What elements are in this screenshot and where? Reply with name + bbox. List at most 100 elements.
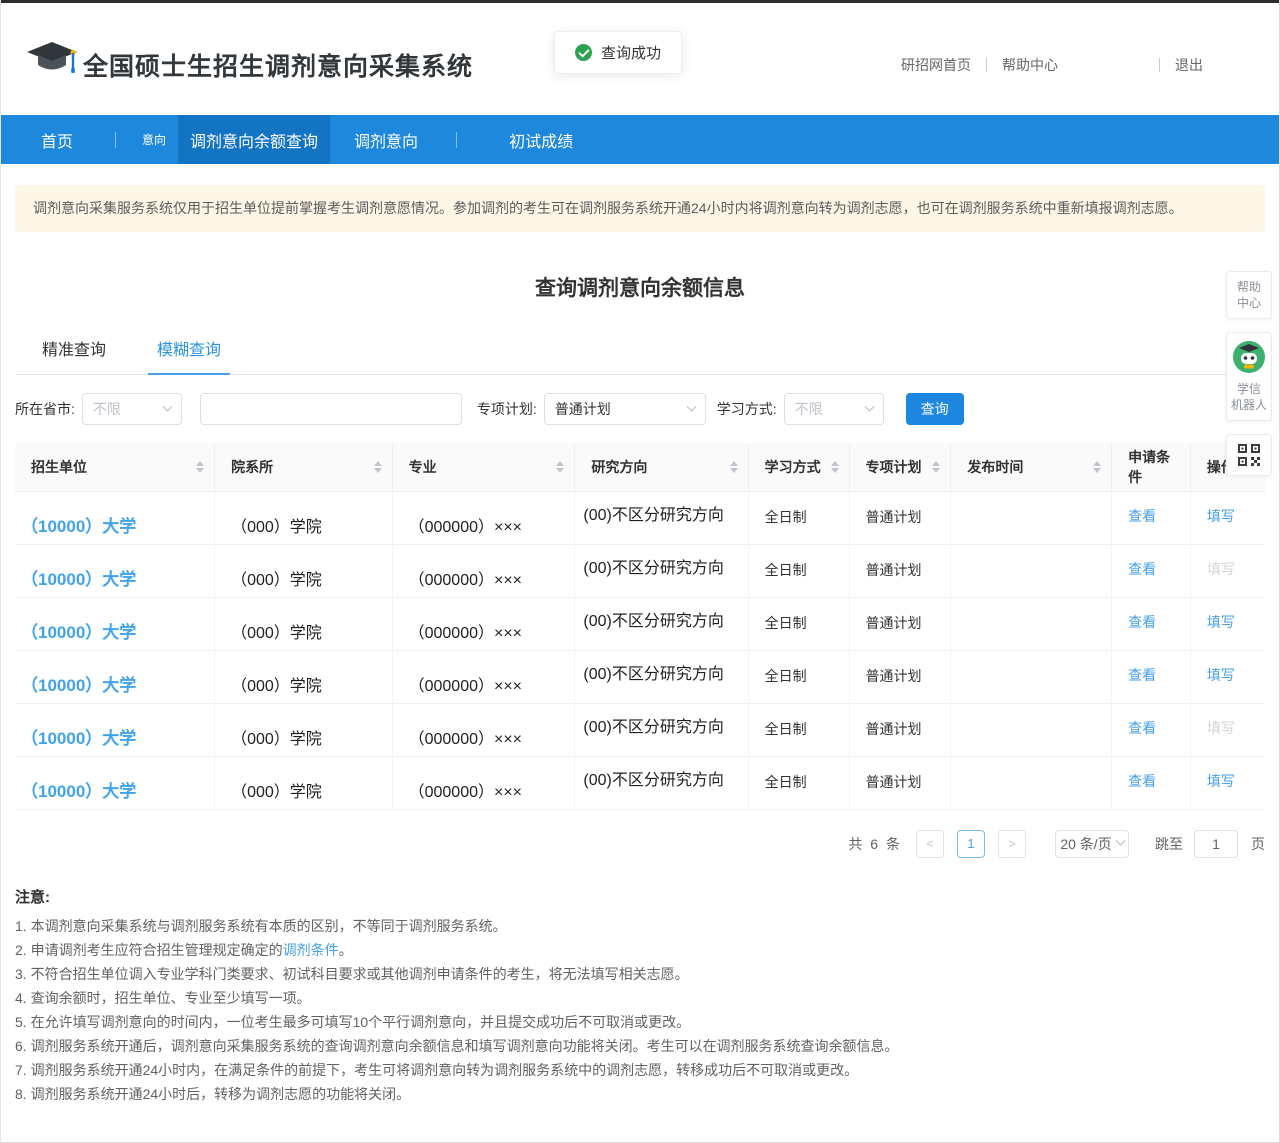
- jump-page-input[interactable]: [1194, 830, 1238, 858]
- table-row: （10000）大学（000）学院（000000）×××(00)不区分研究方向全日…: [15, 650, 1265, 703]
- nav-item-initial-scores[interactable]: 初试成绩: [471, 115, 611, 164]
- column-label: 学习方式: [765, 457, 821, 477]
- transfer-conditions-link[interactable]: 调剂条件: [283, 942, 339, 958]
- help-line: 中心: [1237, 295, 1261, 311]
- unit-search-input[interactable]: [200, 393, 462, 425]
- fill-intention-link: 填写: [1207, 720, 1235, 736]
- sort-icon[interactable]: [196, 461, 208, 473]
- plan-text: 普通计划: [866, 721, 922, 737]
- caret-down-icon: [932, 468, 940, 473]
- link-graduate-home[interactable]: 研招网首页: [901, 55, 971, 75]
- study-mode-text: 全日制: [765, 774, 807, 790]
- nav-item-adjust-intention[interactable]: 调剂意向: [330, 115, 442, 164]
- page-number-button[interactable]: 1: [957, 830, 985, 858]
- caret-down-icon: [196, 468, 204, 473]
- caret-up-icon: [730, 461, 738, 466]
- qr-code-widget[interactable]: [1226, 434, 1272, 476]
- province-select[interactable]: 不限: [82, 393, 182, 425]
- plan-text: 普通计划: [866, 774, 922, 790]
- sort-icon[interactable]: [932, 461, 944, 473]
- link-help-center[interactable]: 帮助中心: [1002, 55, 1058, 75]
- study-mode-select[interactable]: 不限: [784, 393, 884, 425]
- chatbot-label: 学信机器人: [1231, 381, 1267, 413]
- caret-up-icon: [831, 461, 839, 466]
- view-conditions-link[interactable]: 查看: [1128, 508, 1156, 524]
- study-mode-text: 全日制: [765, 668, 807, 684]
- note-item: 5. 在允许填写调剂意向的时间内，一位考生最多可填写10个平行调剂意向，并且提交…: [15, 1010, 1265, 1034]
- chatbot-widget[interactable]: 学信机器人: [1226, 332, 1272, 421]
- tab-fuzzy-query[interactable]: 模糊查询: [148, 336, 230, 375]
- view-conditions-link[interactable]: 查看: [1128, 720, 1156, 736]
- results-table-wrap: 招生单位院系所专业研究方向学习方式专项计划发布时间申请条件操作 （10000）大…: [15, 443, 1265, 810]
- next-page-button[interactable]: >: [998, 830, 1026, 858]
- column-label: 专项计划: [866, 457, 922, 477]
- total-count: 共 6 条: [848, 834, 902, 854]
- dept-text: （000）学院: [231, 678, 322, 695]
- page-size-select[interactable]: 20 条/页: [1055, 830, 1129, 858]
- caret-up-icon: [1093, 461, 1101, 466]
- column-label: 申请条件: [1128, 447, 1184, 487]
- dept-text: （000）学院: [231, 519, 322, 536]
- page-suffix: 页: [1251, 834, 1265, 854]
- column-header-major[interactable]: 专业: [392, 443, 575, 491]
- chevron-down-icon: [686, 401, 696, 411]
- table-body: （10000）大学 （000）学院 （000000）××× (00)不区分研究方向全日…: [15, 491, 1265, 809]
- fill-intention-link[interactable]: 填写: [1207, 614, 1235, 630]
- unit-link[interactable]: （10000）大学: [21, 570, 136, 589]
- next-icon: >: [1008, 836, 1016, 851]
- sort-icon[interactable]: [1093, 461, 1105, 473]
- tab-precise-query[interactable]: 精准查询: [33, 336, 115, 374]
- view-conditions-link[interactable]: 查看: [1128, 773, 1156, 789]
- note-text: 2. 申请调剂考生应符合招生管理规定确定的: [15, 942, 283, 958]
- column-label: 发布时间: [967, 457, 1023, 477]
- sort-icon[interactable]: [556, 461, 568, 473]
- column-header-unit[interactable]: 招生单位: [15, 443, 215, 491]
- sort-icon[interactable]: [831, 461, 843, 473]
- view-conditions-link[interactable]: 查看: [1128, 561, 1156, 577]
- floating-sidebar: 帮助中心 学信机器人: [1226, 271, 1272, 476]
- nav-item-quota-query[interactable]: 调剂意向余额查询: [178, 115, 330, 164]
- link-logout[interactable]: 退出: [1175, 55, 1203, 75]
- unit-link[interactable]: （10000）大学: [21, 729, 136, 748]
- nav-divider: [456, 132, 457, 148]
- nav-item-intention[interactable]: 意向: [130, 115, 178, 164]
- caret-down-icon: [831, 468, 839, 473]
- view-conditions-link[interactable]: 查看: [1128, 614, 1156, 630]
- column-label: 招生单位: [31, 457, 87, 477]
- fill-intention-link[interactable]: 填写: [1207, 508, 1235, 524]
- nav-item-home[interactable]: 首页: [13, 115, 101, 164]
- notes-list: 1. 本调剂意向采集系统与调剂服务系统有本质的区别，不等同于调剂服务系统。2. …: [15, 914, 1265, 1106]
- pagination: 共 6 条 < 1 > 20 条/页 跳至 页: [15, 830, 1265, 858]
- header-links: 研招网首页 帮助中心 退出: [901, 55, 1203, 75]
- direction-text: (00)不区分研究方向: [583, 560, 723, 577]
- unit-link[interactable]: （10000）大学: [21, 517, 136, 536]
- study-mode-label: 学习方式:: [717, 399, 777, 419]
- unit-link[interactable]: （10000）大学: [21, 623, 136, 642]
- column-header-publish[interactable]: 发布时间: [951, 443, 1112, 491]
- link-divider: [986, 58, 987, 72]
- fill-intention-link: 填写: [1207, 561, 1235, 577]
- main-nav: 首页意向调剂意向余额查询调剂意向初试成绩: [1, 115, 1279, 164]
- caret-down-icon: [1093, 468, 1101, 473]
- column-header-direction[interactable]: 研究方向: [575, 443, 748, 491]
- table-row: （10000）大学（000）学院（000000）×××(00)不区分研究方向全日…: [15, 544, 1265, 597]
- notice-banner: 调剂意向采集服务系统仅用于招生单位提前掌握考生调剂意愿情况。参加调剂的考生可在调…: [15, 185, 1265, 232]
- column-header-study[interactable]: 学习方式: [748, 443, 849, 491]
- unit-link[interactable]: （10000）大学: [21, 676, 136, 695]
- view-conditions-link[interactable]: 查看: [1128, 667, 1156, 683]
- column-header-dept[interactable]: 院系所: [215, 443, 393, 491]
- fill-intention-link[interactable]: 填写: [1207, 667, 1235, 683]
- column-header-plan[interactable]: 专项计划: [849, 443, 951, 491]
- table-header-row: 招生单位院系所专业研究方向学习方式专项计划发布时间申请条件操作: [15, 443, 1265, 491]
- plan-select[interactable]: 普通计划: [544, 393, 706, 425]
- major-text: （000000）×××: [409, 519, 522, 536]
- search-button[interactable]: 查询: [906, 393, 964, 425]
- sort-icon[interactable]: [374, 461, 386, 473]
- plan-text: 普通计划: [866, 509, 922, 525]
- fill-intention-link[interactable]: 填写: [1207, 773, 1235, 789]
- sort-icon[interactable]: [730, 461, 742, 473]
- unit-link[interactable]: （10000）大学: [21, 782, 136, 801]
- main-content: 查询调剂意向余额信息 精准查询 模糊查询 所在省市: 不限 专项计划: 普通计划…: [1, 272, 1279, 1106]
- help-center-widget[interactable]: 帮助中心: [1226, 271, 1272, 319]
- prev-page-button[interactable]: <: [916, 830, 944, 858]
